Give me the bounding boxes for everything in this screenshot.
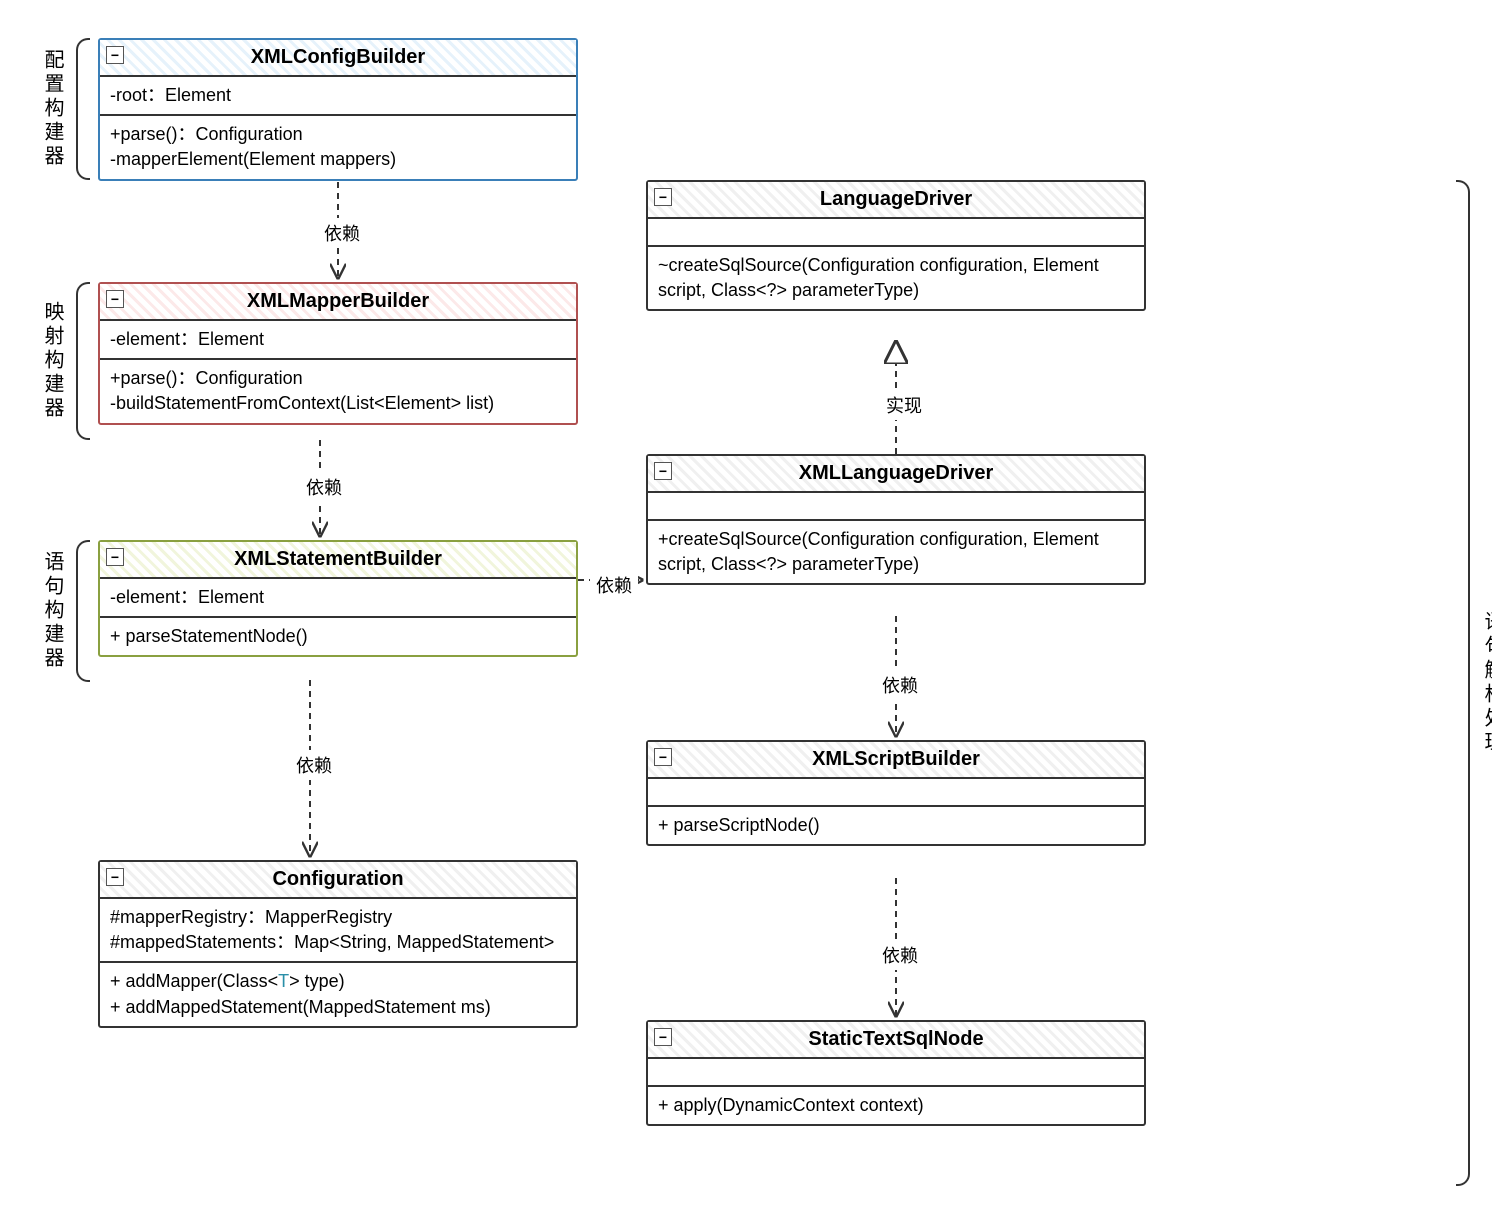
label-group2: 映射构建器 bbox=[38, 282, 67, 440]
edge-label-depend-5: 依赖 bbox=[876, 670, 924, 700]
class-xmlmapperbuilder: − XMLMapperBuilder -element：Element +par… bbox=[98, 282, 578, 425]
edge-label-depend-1: 依赖 bbox=[318, 218, 366, 248]
ops: ~createSqlSource(Configuration configura… bbox=[648, 247, 1144, 309]
class-name: Configuration bbox=[272, 868, 403, 890]
edge-label-depend-4: 依赖 bbox=[590, 570, 638, 600]
attrs bbox=[648, 219, 1144, 247]
brace-group3 bbox=[76, 540, 90, 682]
collapse-icon[interactable]: − bbox=[106, 290, 124, 308]
class-xmllanguagedriver: − XMLLanguageDriver +createSqlSource(Con… bbox=[646, 454, 1146, 585]
attrs: -root：Element bbox=[100, 77, 576, 116]
edge-label-depend-3: 依赖 bbox=[290, 750, 338, 780]
ops: + parseStatementNode() bbox=[100, 618, 576, 655]
attrs: -element：Element bbox=[100, 579, 576, 618]
collapse-icon[interactable]: − bbox=[106, 46, 124, 64]
edge-label-depend-6: 依赖 bbox=[876, 940, 924, 970]
class-xmlscriptbuilder: − XMLScriptBuilder + parseScriptNode() bbox=[646, 740, 1146, 846]
ops: + addMapper(Class<T> type) + addMappedSt… bbox=[100, 963, 576, 1025]
collapse-icon[interactable]: − bbox=[106, 868, 124, 886]
attrs: -element：Element bbox=[100, 321, 576, 360]
label-group1: 配置构建器 bbox=[38, 38, 67, 180]
attrs bbox=[648, 493, 1144, 521]
class-name: LanguageDriver bbox=[820, 188, 972, 210]
ops: +parse()：Configuration -buildStatementFr… bbox=[100, 360, 576, 422]
brace-group4 bbox=[1456, 180, 1470, 1186]
class-name: XMLScriptBuilder bbox=[812, 748, 980, 770]
label-group4: 语句解析处理 bbox=[1478, 180, 1492, 1186]
attrs: #mapperRegistry：MapperRegistry #mappedSt… bbox=[100, 899, 576, 963]
class-configuration: − Configuration #mapperRegistry：MapperRe… bbox=[98, 860, 578, 1028]
class-name: StaticTextSqlNode bbox=[808, 1028, 983, 1050]
ops: +createSqlSource(Configuration configura… bbox=[648, 521, 1144, 583]
class-xmlstatementbuilder: − XMLStatementBuilder -element：Element +… bbox=[98, 540, 578, 657]
brace-group1 bbox=[76, 38, 90, 180]
collapse-icon[interactable]: − bbox=[654, 188, 672, 206]
attrs bbox=[648, 1059, 1144, 1087]
collapse-icon[interactable]: − bbox=[106, 548, 124, 566]
edge-label-depend-2: 依赖 bbox=[300, 472, 348, 502]
collapse-icon[interactable]: − bbox=[654, 1028, 672, 1046]
ops: + parseScriptNode() bbox=[648, 807, 1144, 844]
class-xmlconfigbuilder: − XMLConfigBuilder -root：Element +parse(… bbox=[98, 38, 578, 181]
class-name: XMLConfigBuilder bbox=[251, 46, 425, 68]
attrs bbox=[648, 779, 1144, 807]
collapse-icon[interactable]: − bbox=[654, 462, 672, 480]
class-languagedriver: − LanguageDriver ~createSqlSource(Config… bbox=[646, 180, 1146, 311]
class-name: XMLStatementBuilder bbox=[234, 548, 442, 570]
ops: + apply(DynamicContext context) bbox=[648, 1087, 1144, 1124]
class-name: XMLLanguageDriver bbox=[799, 462, 993, 484]
label-group3: 语句构建器 bbox=[38, 540, 67, 682]
ops: +parse()：Configuration -mapperElement(El… bbox=[100, 116, 576, 178]
collapse-icon[interactable]: − bbox=[654, 748, 672, 766]
class-name: XMLMapperBuilder bbox=[247, 290, 429, 312]
brace-group2 bbox=[76, 282, 90, 440]
edge-label-realize: 实现 bbox=[880, 390, 928, 420]
class-statictextsqlnode: − StaticTextSqlNode + apply(DynamicConte… bbox=[646, 1020, 1146, 1126]
